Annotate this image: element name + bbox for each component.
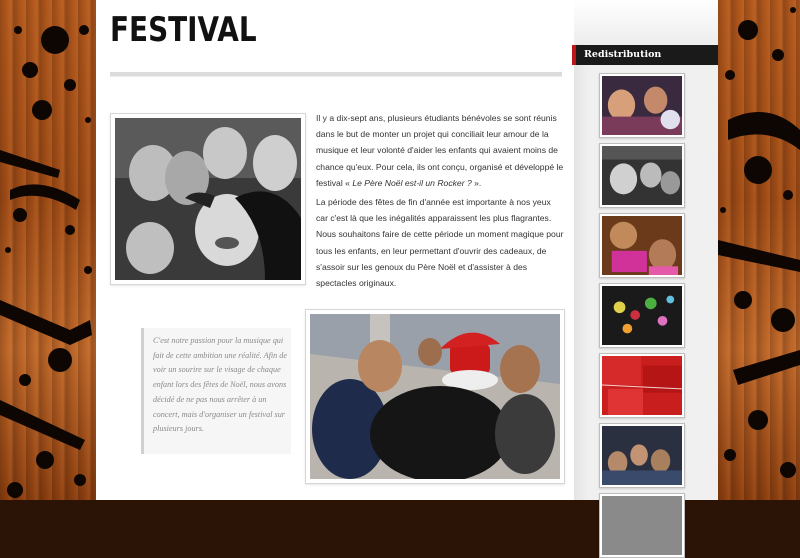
redistribution-thumbnail-5[interactable] xyxy=(599,353,685,418)
redistribution-thumbnail-2[interactable] xyxy=(599,143,685,208)
main-content: FESTIVAL Il y a dix-sept ans, plusieurs … xyxy=(96,0,574,500)
music-splatter-art-right xyxy=(718,7,800,478)
title-divider xyxy=(110,72,562,77)
redistribution-thumbnail-1[interactable] xyxy=(599,73,685,138)
quote-block: C'est notre passion pour la musique qui … xyxy=(141,328,291,454)
redistribution-thumbnail-4[interactable] xyxy=(599,283,685,348)
group-selfie-photo xyxy=(115,118,301,280)
santa-children-photo xyxy=(310,314,560,479)
intro-paragraph: Il y a dix-sept ans, plusieurs étudiants… xyxy=(316,110,564,191)
intro-text-1: Il y a dix-sept ans, plusieurs étudiants… xyxy=(316,113,564,188)
redistribution-thumbnail-7[interactable] xyxy=(599,493,685,558)
sidebar-heading: Redistribution xyxy=(572,45,718,65)
intro-text-2: ». xyxy=(471,177,482,188)
sidebar-top-panel xyxy=(574,0,718,44)
page-title: FESTIVAL xyxy=(110,10,257,50)
left-wood-decoration xyxy=(0,0,96,500)
holiday-paragraph: La période des fêtes de fin d'année est … xyxy=(316,197,564,289)
festival-photo-friends xyxy=(110,113,306,285)
redistribution-thumbnail-3[interactable] xyxy=(599,213,685,278)
sidebar: Redistribution xyxy=(572,0,718,558)
redistribution-thumbnail-6[interactable] xyxy=(599,423,685,488)
festival-name: Le Père Noël est-il un Rocker ? xyxy=(352,177,472,188)
festival-photo-santa xyxy=(305,309,565,484)
right-wood-decoration xyxy=(718,0,800,500)
music-splatter-art-left xyxy=(0,25,92,498)
